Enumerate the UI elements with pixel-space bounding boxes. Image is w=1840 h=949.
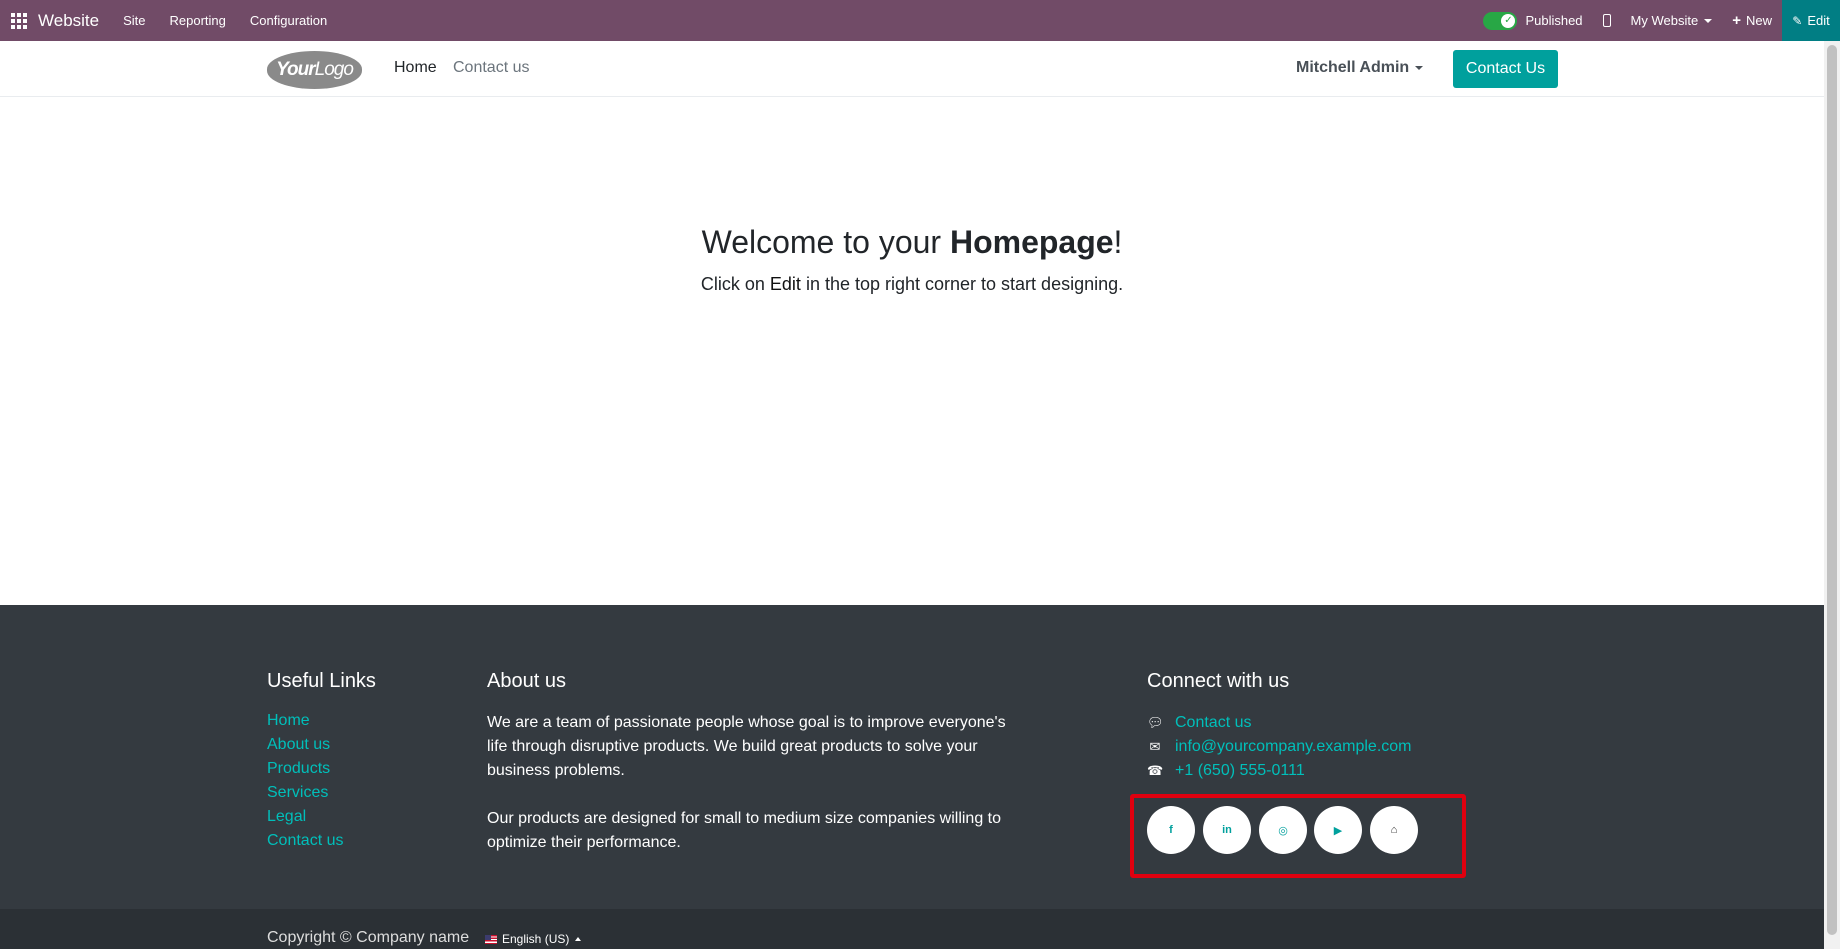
published-label[interactable]: Published <box>1525 13 1582 28</box>
admin-navbar: Website Site Reporting Configuration ✓ P… <box>0 0 1840 41</box>
useful-links-title: Useful Links <box>267 670 376 692</box>
about-title: About us <box>487 670 566 692</box>
site-footer: Useful Links Home About us Products Serv… <box>0 605 1824 909</box>
phone-icon: ☎ <box>1147 763 1164 778</box>
published-toggle[interactable]: ✓ <box>1483 11 1518 30</box>
connect-email-text: info@yourcompany.example.com <box>1175 738 1412 755</box>
chevron-down-icon <box>1415 66 1424 70</box>
connect-contact[interactable]: 💬︎ Contact us <box>1147 711 1412 735</box>
contact-us-button[interactable]: Contact Us <box>1453 50 1558 88</box>
hero-sub-post: in the top right corner to start designi… <box>800 274 1124 294</box>
edit-label: Edit <box>1807 13 1830 28</box>
footer-link-products[interactable]: Products <box>267 759 343 783</box>
about-paragraph-1: We are a team of passionate people whose… <box>487 714 1006 779</box>
plus-icon: + <box>1732 12 1741 29</box>
app-brand[interactable]: Website <box>38 11 99 31</box>
apps-menu-icon[interactable] <box>0 0 38 41</box>
hero-title-post: ! <box>1113 224 1123 260</box>
my-website-label: My Website <box>1630 13 1699 28</box>
us-flag-icon <box>485 934 497 944</box>
home-icon[interactable]: ⌂ <box>1370 806 1418 854</box>
language-label: English (US) <box>502 932 570 946</box>
instagram-icon[interactable]: ◎ <box>1259 806 1307 854</box>
footer-link-home[interactable]: Home <box>267 711 343 735</box>
about-text: We are a team of passionate people whose… <box>487 711 1017 879</box>
about-paragraph-2: Our products are designed for small to m… <box>487 810 1002 851</box>
mobile-preview-icon[interactable] <box>1602 14 1611 27</box>
hero-sub-edit: Edit <box>769 274 801 294</box>
linkedin-icon[interactable]: in <box>1203 806 1251 854</box>
chevron-up-icon <box>575 937 582 941</box>
copyright-bar: Copyright © Company name English (US) <box>0 909 1824 949</box>
connect-phone[interactable]: ☎ +1 (650) 555-0111 <box>1147 759 1412 783</box>
company-logo[interactable]: Your Logo <box>267 51 362 89</box>
new-label: New <box>1745 13 1772 28</box>
connect-title: Connect with us <box>1147 670 1290 692</box>
logo-text-bold: Your <box>276 59 316 80</box>
youtube-icon[interactable]: ▶ <box>1314 806 1362 854</box>
connect-list: 💬︎ Contact us ✉ info@yourcompany.example.c… <box>1147 711 1412 783</box>
scrollbar-thumb[interactable] <box>1827 45 1837 935</box>
chevron-down-icon <box>1704 18 1713 23</box>
connect-phone-text: +1 (650) 555-0111 <box>1175 762 1305 779</box>
connect-email[interactable]: ✉ info@yourcompany.example.com <box>1147 735 1412 759</box>
pencil-icon: ✎ <box>1792 13 1803 28</box>
nav-home[interactable]: Home <box>394 59 437 77</box>
footer-link-about[interactable]: About us <box>267 735 343 759</box>
language-selector[interactable]: English (US) <box>485 932 582 946</box>
user-name: Mitchell Admin <box>1296 59 1410 76</box>
useful-links-list: Home About us Products Services Legal Co… <box>267 711 343 855</box>
menu-site[interactable]: Site <box>123 13 145 28</box>
menu-configuration[interactable]: Configuration <box>250 13 327 28</box>
facebook-icon[interactable]: f <box>1147 806 1195 854</box>
my-website-dropdown[interactable]: My Website <box>1631 13 1713 28</box>
footer-link-services[interactable]: Services <box>267 783 343 807</box>
nav-contact-us[interactable]: Contact us <box>453 59 529 77</box>
hero-title-bold: Homepage <box>949 224 1114 260</box>
site-header: Your Logo Home Contact us Mitchell Admin … <box>0 41 1824 97</box>
new-button[interactable]: + New <box>1732 12 1772 29</box>
edit-button[interactable]: ✎ Edit <box>1782 0 1840 41</box>
user-dropdown[interactable]: Mitchell Admin <box>1296 59 1424 77</box>
footer-link-legal[interactable]: Legal <box>267 807 343 831</box>
menu-reporting[interactable]: Reporting <box>170 13 226 28</box>
connect-contact-text: Contact us <box>1175 714 1252 731</box>
hero-sub-pre: Click on <box>700 274 770 294</box>
check-icon: ✓ <box>1501 13 1516 28</box>
hero-subtitle: Click on Edit in the top right corner to… <box>0 274 1824 295</box>
footer-link-contact[interactable]: Contact us <box>267 831 343 855</box>
envelope-icon: ✉ <box>1149 739 1161 754</box>
hero-title-pre: Welcome to your <box>701 224 950 260</box>
logo-text-light: Logo <box>314 59 354 80</box>
page-scrollbar[interactable] <box>1824 41 1840 949</box>
hero-title: Welcome to your Homepage! <box>0 224 1824 261</box>
copyright-text: Copyright © Company name <box>267 929 470 946</box>
comment-icon: 💬︎ <box>1147 715 1164 730</box>
